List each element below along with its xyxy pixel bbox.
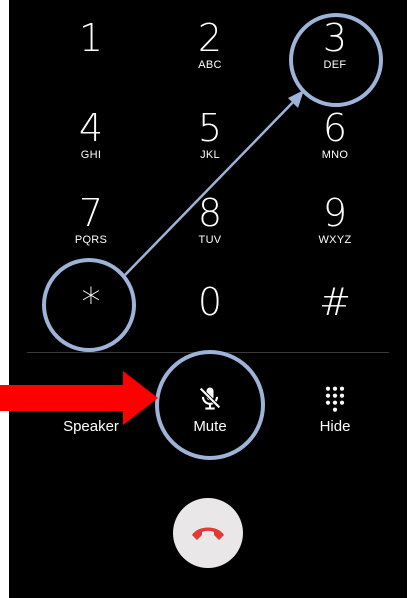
red-arrow-shaft bbox=[0, 385, 125, 411]
red-arrow-head bbox=[123, 371, 158, 425]
highlight-circle-key-star bbox=[42, 258, 136, 352]
annotation-overlay bbox=[0, 13, 383, 460]
highlight-circle-mute bbox=[155, 350, 265, 460]
highlight-circle-key-3 bbox=[289, 13, 383, 107]
annotation-connector-line bbox=[124, 96, 299, 276]
